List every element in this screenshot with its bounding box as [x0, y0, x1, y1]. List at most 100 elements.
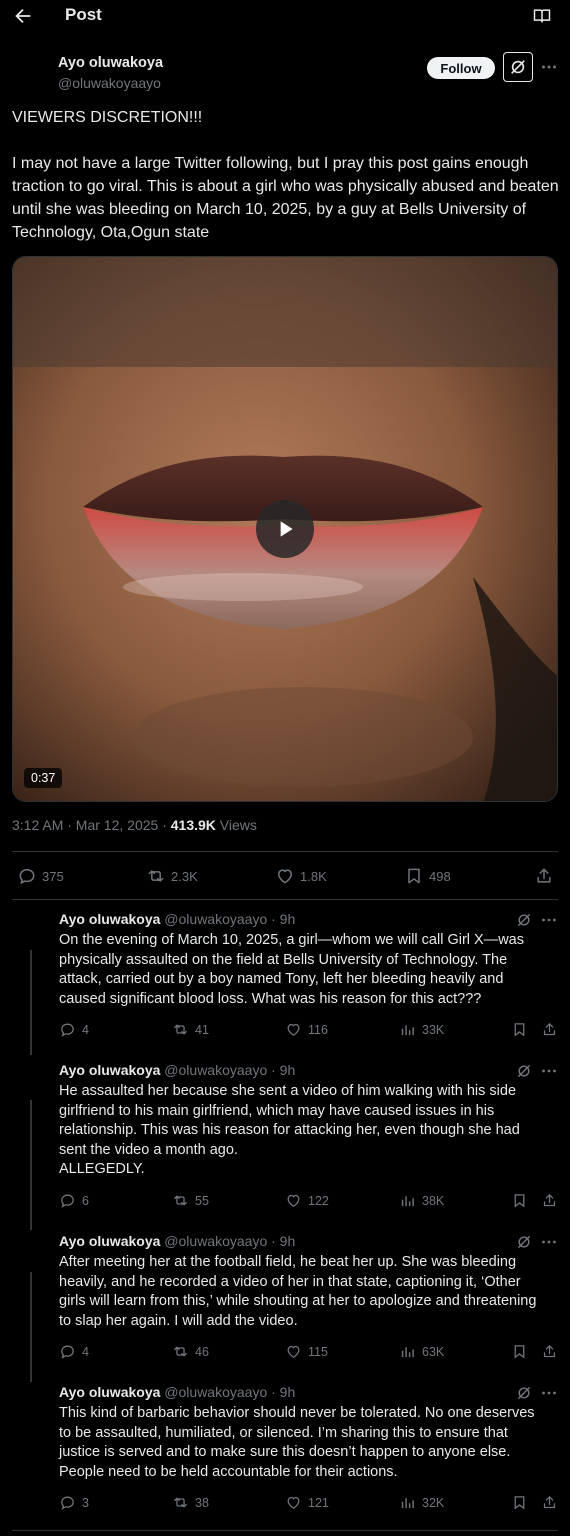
grok-icon[interactable]	[516, 1234, 532, 1250]
views-count: 63K	[422, 1344, 445, 1359]
reply-actions: 6 55 122 38K	[59, 1192, 559, 1212]
more-options-icon[interactable]	[540, 1062, 558, 1080]
analytics-icon	[401, 1025, 414, 1036]
reply-text-line: to slap her again. I will add the video.	[59, 1312, 298, 1329]
author-name[interactable]: Ayo oluwakoya	[58, 55, 163, 72]
repost-count: 41	[195, 1022, 209, 1037]
post-text-line: VIEWERS DISCRETION!!!	[12, 109, 203, 126]
back-arrow-icon[interactable]	[12, 5, 34, 27]
author-handle[interactable]: @oluwakoyaayo	[58, 74, 163, 92]
reply-text-line: ALLEGEDLY.	[59, 1161, 145, 1177]
bookmark-button[interactable]	[511, 1494, 528, 1511]
reply-button[interactable]: 4	[59, 1343, 89, 1360]
reply-text-line: This kind of barbaric behavior should ne…	[59, 1405, 535, 1421]
repost-icon	[174, 1024, 187, 1035]
more-options-icon[interactable]	[540, 58, 558, 76]
repost-button[interactable]: 46	[172, 1343, 209, 1360]
grok-icon[interactable]	[503, 52, 533, 82]
reply-header: Ayo oluwakoya @oluwakoyaayo · 9h	[59, 1062, 559, 1080]
reply-author-meta[interactable]: @oluwakoyaayo · 9h	[160, 1233, 295, 1249]
like-button[interactable]: 122	[285, 1192, 329, 1209]
grok-icon[interactable]	[516, 1385, 532, 1401]
follow-button[interactable]: Follow	[427, 57, 495, 79]
views-count: 38K	[422, 1193, 445, 1208]
views-button[interactable]: 32K	[399, 1494, 444, 1511]
bookmark-button[interactable]	[511, 1343, 528, 1360]
repost-button[interactable]: 55	[172, 1192, 209, 1209]
reply-tweet[interactable]: Ayo oluwakoya @oluwakoyaayo · 9h He assa…	[59, 1062, 559, 1180]
reply-text-line: justice is served and to make sure this …	[59, 1444, 511, 1460]
reply-icon	[61, 1023, 74, 1037]
views-button[interactable]: 63K	[399, 1343, 444, 1360]
post-text: VIEWERS DISCRETION!!! I may not have a l…	[12, 106, 560, 244]
reply-text-line: On the evening of March 10, 2025, a girl…	[59, 932, 524, 948]
heart-icon	[287, 1496, 300, 1509]
reply-text-line: girlfriend to his main girlfriend, which…	[59, 1102, 495, 1119]
like-button[interactable]: 115	[285, 1343, 328, 1360]
share-button[interactable]	[541, 1192, 558, 1209]
more-options-icon[interactable]	[540, 911, 558, 929]
reply-tweet[interactable]: Ayo oluwakoya @oluwakoyaayo · 9h This ki…	[59, 1384, 559, 1482]
views-button[interactable]: 38K	[399, 1192, 444, 1209]
reply-count: 4	[82, 1022, 89, 1037]
bookmark-button[interactable]: 498	[404, 866, 451, 886]
reply-author-meta[interactable]: @oluwakoyaayo · 9h	[160, 1062, 295, 1078]
repost-icon	[174, 1497, 187, 1508]
repost-button[interactable]: 41	[172, 1021, 209, 1038]
play-icon[interactable]	[256, 500, 314, 558]
more-options-icon[interactable]	[540, 1384, 558, 1402]
reply-count: 6	[82, 1193, 89, 1208]
reply-author-name[interactable]: Ayo oluwakoya	[59, 1062, 160, 1078]
reply-text: After meeting her at the football field,…	[59, 1253, 554, 1331]
grok-icon[interactable]	[516, 912, 532, 928]
bookmark-icon	[514, 1496, 525, 1510]
like-button[interactable]: 121	[285, 1494, 329, 1511]
reply-button[interactable]: 4	[59, 1021, 89, 1038]
top-bar: Post	[0, 0, 570, 32]
bookmark-button[interactable]	[511, 1021, 528, 1038]
views-button[interactable]: 33K	[399, 1021, 444, 1038]
reply-author-meta[interactable]: @oluwakoyaayo · 9h	[160, 1384, 295, 1400]
reader-mode-icon[interactable]	[532, 6, 552, 26]
reply-text-line: He assaulted her because she sent a vide…	[59, 1083, 517, 1099]
views-label: Views	[215, 817, 257, 833]
share-button[interactable]	[534, 866, 554, 886]
reply-icon	[19, 869, 35, 884]
reply-count: 3	[82, 1495, 89, 1510]
bookmark-button[interactable]	[511, 1192, 528, 1209]
analytics-icon	[401, 1196, 414, 1207]
bookmark-count: 498	[429, 868, 451, 884]
reply-author-name[interactable]: Ayo oluwakoya	[59, 1384, 160, 1400]
reply-actions: 4 41 116 33K	[59, 1021, 559, 1041]
reply-text-line: sent the video a month ago.	[59, 1141, 238, 1158]
post-author[interactable]: Ayo oluwakoya @oluwakoyaayo	[58, 55, 163, 92]
repost-button[interactable]: 38	[172, 1494, 209, 1511]
repost-icon	[174, 1195, 187, 1206]
reply-author-name[interactable]: Ayo oluwakoya	[59, 1233, 160, 1249]
share-button[interactable]	[541, 1494, 558, 1511]
reply-tweet[interactable]: Ayo oluwakoya @oluwakoyaayo · 9h On the …	[59, 911, 559, 1009]
like-button[interactable]: 116	[285, 1021, 328, 1038]
reply-button[interactable]: 375	[17, 866, 64, 886]
analytics-icon	[401, 1347, 414, 1358]
reply-button[interactable]: 6	[59, 1192, 89, 1209]
reply-header: Ayo oluwakoya @oluwakoyaayo · 9h	[59, 1233, 559, 1251]
share-button[interactable]	[541, 1021, 558, 1038]
reply-author-name[interactable]: Ayo oluwakoya	[59, 911, 160, 927]
reply-tweet[interactable]: Ayo oluwakoya @oluwakoyaayo · 9h After m…	[59, 1233, 559, 1331]
reply-text: He assaulted her because she sent a vide…	[59, 1082, 554, 1180]
post-text-paragraph: I may not have a large Twitter following…	[12, 155, 559, 241]
reply-button[interactable]: 3	[59, 1494, 89, 1511]
grok-icon[interactable]	[516, 1063, 532, 1079]
views-count: 413.9K	[170, 817, 216, 833]
reply-text-line: heavily, and he recorded a video of her …	[59, 1273, 521, 1290]
more-options-icon[interactable]	[540, 1233, 558, 1251]
post-timestamp[interactable]: 3:12 AM · Mar 12, 2025 ·	[12, 817, 171, 833]
like-count: 116	[308, 1022, 328, 1037]
repost-button[interactable]: 2.3K	[146, 866, 198, 886]
post-actions: 375 2.3K 1.8K 498	[0, 860, 570, 892]
share-button[interactable]	[541, 1343, 558, 1360]
heart-icon	[287, 1345, 300, 1358]
like-button[interactable]: 1.8K	[275, 866, 327, 886]
reply-author-meta[interactable]: @oluwakoyaayo · 9h	[160, 911, 295, 927]
